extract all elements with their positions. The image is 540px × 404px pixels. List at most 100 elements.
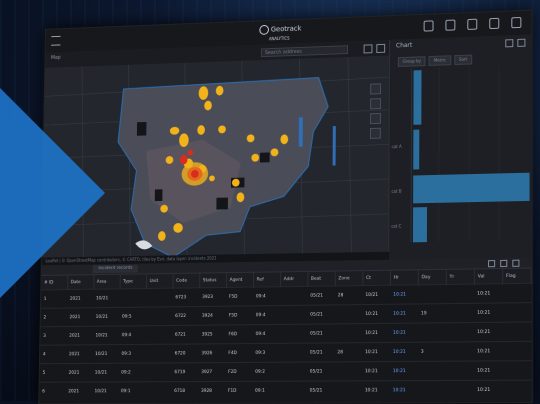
maximize-icon[interactable]	[517, 39, 525, 47]
table-cell	[334, 381, 362, 400]
table-cell: 6	[39, 382, 65, 400]
chart-chips: Group by Metric Sort	[398, 55, 472, 67]
chip-metric[interactable]: Metric	[429, 55, 451, 66]
zoom-controls	[370, 83, 381, 139]
zoom-out-icon[interactable]	[370, 98, 381, 109]
column-header[interactable]: Status	[199, 273, 226, 288]
table-cell: 10:21	[390, 361, 418, 380]
table-cell	[334, 362, 362, 381]
column-header[interactable]: Addr	[280, 272, 307, 287]
column-header[interactable]: Type	[120, 274, 147, 289]
chart-bar-3[interactable]	[413, 173, 529, 204]
column-header[interactable]: Hr	[390, 270, 418, 285]
table-cell: F5D	[226, 287, 253, 306]
column-header[interactable]: Val	[474, 269, 502, 284]
column-header[interactable]: Yr	[446, 269, 474, 284]
column-header[interactable]: Day	[418, 270, 446, 285]
column-header[interactable]: Ref	[253, 272, 280, 287]
logo-line1: Geotrack	[271, 25, 302, 34]
table-cell: 10:21	[362, 381, 390, 400]
table-cell: 09:4	[253, 287, 280, 306]
locate-icon[interactable]	[370, 128, 381, 139]
column-header[interactable]: Agent	[226, 273, 253, 288]
menu-icon[interactable]	[51, 36, 60, 46]
grid-tools	[488, 260, 519, 268]
column-header[interactable]: Unit	[146, 274, 173, 289]
table-cell: 3928	[198, 381, 225, 399]
table-cell	[502, 303, 531, 323]
map-tools	[364, 44, 386, 54]
logo-line2: ANALYTICS	[259, 36, 289, 42]
table-cell: 05/21	[307, 324, 335, 343]
close-icon[interactable]	[512, 260, 519, 267]
table-cell: 10/21	[92, 363, 119, 382]
app-logo: Geotrack ANALYTICS	[259, 24, 301, 44]
column-header[interactable]: Ct	[362, 271, 390, 286]
share-icon[interactable]	[424, 20, 434, 31]
map-search-input[interactable]: Search address	[261, 45, 348, 57]
table-cell: 6719	[171, 363, 198, 382]
table-cell	[446, 323, 474, 342]
chart-bar-4[interactable]	[413, 207, 427, 242]
monitor: Geotrack ANALYTICS Map Search address	[38, 10, 533, 404]
table-cell	[446, 342, 474, 361]
pencil-icon[interactable]	[364, 44, 373, 53]
chart-icons	[505, 39, 525, 48]
table-cell: 05/21	[307, 305, 335, 324]
table-cell: 3	[418, 342, 446, 361]
layers-icon[interactable]	[370, 113, 381, 124]
table-cell	[280, 305, 307, 324]
table-cell	[279, 381, 307, 400]
table-cell: 10:21	[362, 304, 390, 323]
table-cell: 5	[40, 364, 66, 383]
records-table: # IDDateAreaTypeUnitCodeStatusAgentRefAd…	[39, 269, 532, 401]
chip-sort[interactable]: Sort	[454, 55, 472, 66]
table-cell	[119, 289, 146, 308]
chart-bar-1[interactable]	[413, 70, 421, 125]
chart-label-b: cat B	[391, 189, 401, 194]
table-cell: 10:21	[390, 381, 418, 400]
filter-icon[interactable]	[488, 260, 495, 267]
table-cell: 05/21	[307, 343, 335, 362]
table-cell: 10/21	[93, 307, 120, 326]
download-icon[interactable]	[500, 260, 507, 267]
table-row[interactable]: 5202110/2109:267193927F2D09:205/2110:211…	[40, 361, 532, 383]
table-cell: 05/21	[307, 381, 335, 400]
table-cell	[418, 361, 446, 380]
expand-icon[interactable]	[376, 44, 385, 53]
chip-group-by[interactable]: Group by	[398, 56, 426, 67]
table-cell: 09:4	[119, 326, 146, 345]
column-header[interactable]: Beat	[307, 272, 335, 287]
table-cell: 10:21	[390, 304, 418, 323]
column-header[interactable]: Flag	[502, 269, 531, 284]
table-cell: 3927	[198, 363, 225, 382]
table-cell: 10:21	[474, 361, 502, 380]
table-cell	[446, 380, 474, 399]
table-cell	[446, 284, 474, 304]
column-header[interactable]: Code	[173, 274, 200, 289]
table-cell: 2021	[66, 363, 93, 382]
user-icon[interactable]	[511, 17, 521, 28]
table-cell: 09:3	[252, 343, 279, 362]
table-cell: 2	[41, 308, 67, 327]
bell-icon[interactable]	[467, 19, 477, 30]
table-cell: 3923	[199, 287, 226, 306]
table-cell: F1D	[225, 381, 252, 399]
table-row[interactable]: 6202110/2109:167183928F1D09:105/2110:211…	[39, 380, 531, 400]
help-icon[interactable]	[489, 18, 499, 29]
chart-bar-2[interactable]	[413, 130, 419, 170]
table-cell: 2021	[66, 326, 92, 345]
table-cell	[145, 382, 172, 400]
table-cell: 09:5	[119, 307, 146, 326]
document-icon[interactable]	[445, 20, 455, 31]
table-cell: 2021	[67, 308, 93, 327]
zoom-in-icon[interactable]	[370, 83, 381, 94]
table-cell	[146, 288, 173, 307]
table-cell: 10:21	[362, 323, 390, 342]
table-cell: 10:21	[474, 322, 502, 342]
table-cell: 28	[334, 343, 362, 362]
settings-icon[interactable]	[505, 39, 513, 47]
table-cell	[446, 303, 474, 323]
column-header[interactable]: Zone	[335, 271, 363, 286]
table-cell	[502, 341, 531, 361]
